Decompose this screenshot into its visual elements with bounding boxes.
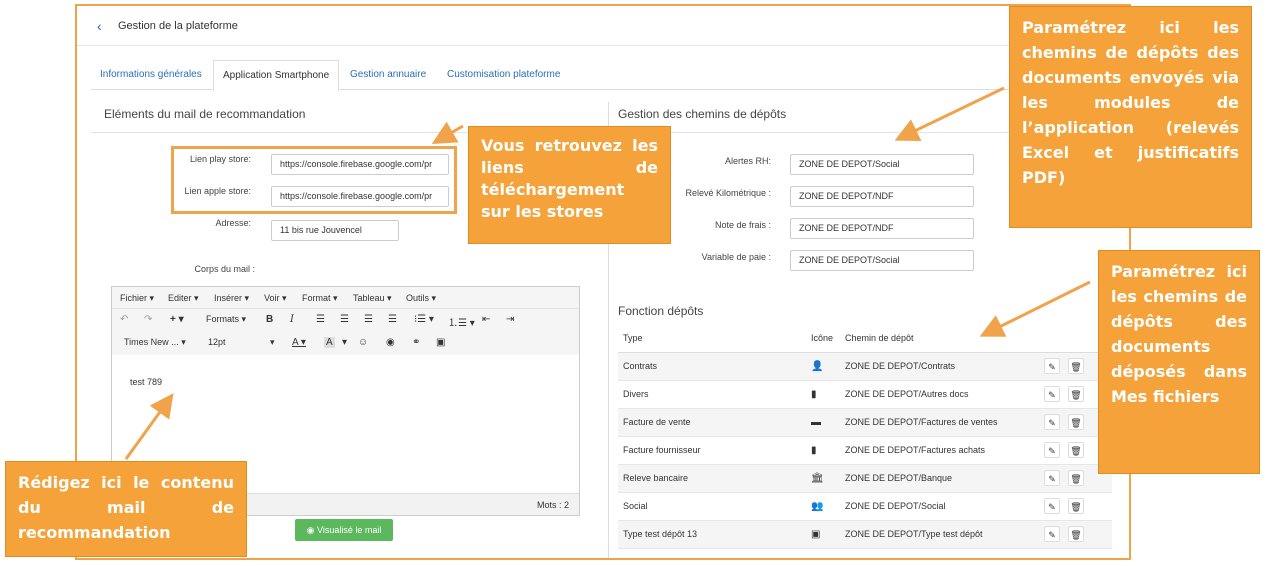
annotation-arrows (124, 86, 1091, 460)
arrow-to-paths (894, 86, 1005, 142)
arrow-to-stores (431, 121, 464, 144)
arrow-to-editor (124, 393, 174, 460)
arrow-to-functions (979, 280, 1091, 337)
